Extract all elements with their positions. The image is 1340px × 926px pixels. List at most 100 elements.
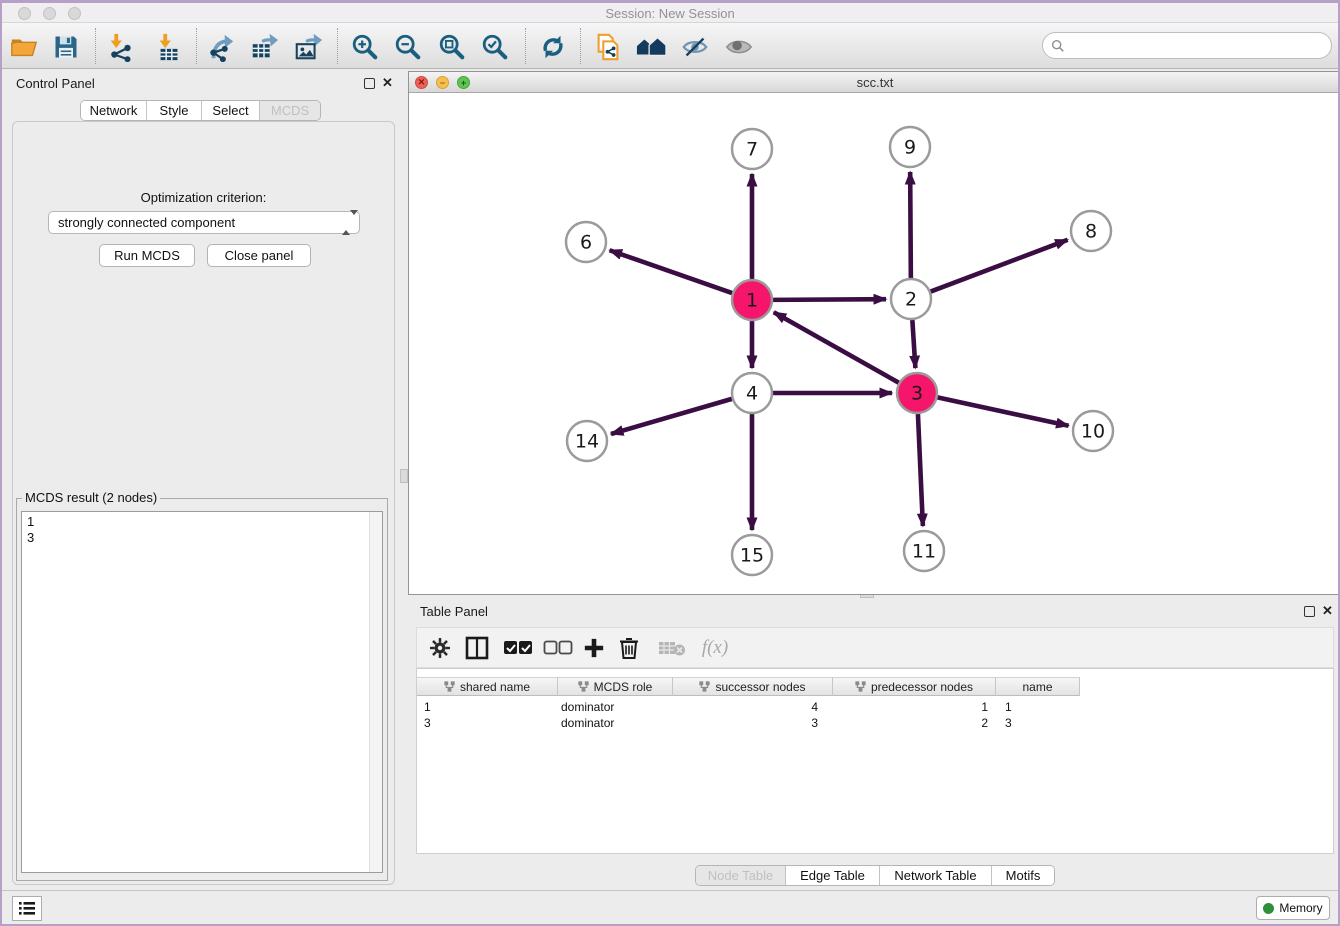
float-panel-icon[interactable] <box>364 78 375 89</box>
mcds-result-box: MCDS result (2 nodes) 1 3 <box>16 498 388 881</box>
result-scrollbar[interactable] <box>369 512 382 872</box>
network-canvas[interactable]: 1234678910111415 <box>409 93 1340 594</box>
copy-current-view-button[interactable] <box>592 31 624 63</box>
refresh-view-button[interactable] <box>537 31 569 63</box>
memory-button[interactable]: Memory <box>1256 896 1330 920</box>
graph-edge-3-1[interactable] <box>774 312 899 382</box>
zoom-in-icon <box>350 32 380 62</box>
graph-edge-2-9[interactable] <box>910 172 911 278</box>
tab-node-table[interactable]: Node Table <box>696 866 786 885</box>
cell-name: 3 <box>996 715 1080 731</box>
close-panel-icon[interactable]: ✕ <box>382 75 393 91</box>
table-mode-gear-button[interactable] <box>429 634 451 662</box>
hierarchy-icon <box>855 681 866 692</box>
delete-table-icon <box>658 639 686 657</box>
graph-edge-2-8[interactable] <box>931 240 1068 292</box>
graph-node-label: 11 <box>912 541 936 563</box>
unchecked-boxes-icon <box>543 640 573 656</box>
export-image-button[interactable] <box>292 31 324 63</box>
zoom-selected-button[interactable] <box>479 31 511 63</box>
close-panel-icon[interactable]: ✕ <box>1322 603 1333 619</box>
eye-icon <box>724 32 754 62</box>
search-icon <box>1051 39 1065 53</box>
graph-edge-1-6[interactable] <box>610 250 733 293</box>
control-panel-title: Control Panel <box>16 76 95 91</box>
network-window-title: scc.txt <box>409 75 1340 90</box>
export-network-icon <box>206 32 236 62</box>
search-input[interactable] <box>1070 38 1331 53</box>
column-header-mcds-role[interactable]: MCDS role <box>558 677 673 696</box>
close-panel-button[interactable]: Close panel <box>207 244 311 267</box>
window-title: Session: New Session <box>2 6 1338 21</box>
graph-node-label: 15 <box>740 545 764 567</box>
column-header-predecessor-nodes[interactable]: predecessor nodes <box>833 677 996 696</box>
tab-motifs[interactable]: Motifs <box>992 866 1054 885</box>
criterion-dropdown[interactable]: strongly connected component <box>48 211 360 234</box>
show-task-history-button[interactable] <box>12 896 42 921</box>
export-network-button[interactable] <box>205 31 237 63</box>
tab-style[interactable]: Style <box>147 101 202 120</box>
save-session-button[interactable] <box>50 31 82 63</box>
graph-edge-3-10[interactable] <box>938 397 1069 425</box>
table-panel-title: Table Panel <box>420 604 488 619</box>
copy-view-icon <box>593 32 623 62</box>
tab-edge-table[interactable]: Edge Table <box>786 866 880 885</box>
graph-node-label: 1 <box>746 290 758 312</box>
control-panel-tabs: Network Style Select MCDS <box>80 100 321 121</box>
tab-network[interactable]: Network <box>81 101 147 120</box>
hide-selected-button[interactable] <box>679 31 711 63</box>
export-table-button[interactable] <box>248 31 280 63</box>
list-icon <box>18 901 36 916</box>
graph-edge-4-14[interactable] <box>611 399 732 434</box>
toolbar-separator <box>337 28 338 64</box>
table-panel: Table Panel ✕ <box>408 599 1340 893</box>
status-bar: Memory <box>2 890 1338 924</box>
cell-shared-name: 1 <box>417 699 558 715</box>
tab-network-table[interactable]: Network Table <box>880 866 992 885</box>
vertical-splitter-grip[interactable] <box>400 469 408 483</box>
control-panel-header: Control Panel ✕ <box>10 71 397 97</box>
mcds-result-list[interactable]: 1 3 <box>21 511 383 873</box>
select-all-columns-button[interactable] <box>501 634 535 662</box>
toolbar-separator <box>95 28 96 64</box>
function-builder-button[interactable]: f(x) <box>695 634 735 662</box>
import-network-button[interactable] <box>104 31 136 63</box>
graph-node-label: 4 <box>746 383 758 405</box>
delete-table-button[interactable] <box>655 634 689 662</box>
search-field[interactable] <box>1042 32 1332 59</box>
graph-edge-3-11[interactable] <box>918 414 923 526</box>
zoom-fit-button[interactable] <box>436 31 468 63</box>
column-header-successor-nodes[interactable]: successor nodes <box>673 677 833 696</box>
graph-edge-1-2[interactable] <box>773 299 886 300</box>
application-window: Session: New Session <box>0 0 1340 926</box>
tab-mcds[interactable]: MCDS <box>260 101 320 120</box>
checked-boxes-icon <box>503 640 533 656</box>
graph-node-label: 10 <box>1081 421 1105 443</box>
houses-icon <box>635 32 667 62</box>
float-panel-icon[interactable] <box>1304 606 1315 617</box>
open-session-button[interactable] <box>8 31 40 63</box>
split-columns-button[interactable] <box>465 634 489 662</box>
run-mcds-button[interactable]: Run MCDS <box>99 244 195 267</box>
deselect-all-columns-button[interactable] <box>541 634 575 662</box>
zoom-out-icon <box>393 32 423 62</box>
delete-column-button[interactable] <box>619 634 639 662</box>
optimization-criterion-label: Optimization criterion: <box>13 190 394 205</box>
graph-edge-2-3[interactable] <box>912 320 915 368</box>
cell-predecessor-nodes: 1 <box>833 699 996 715</box>
table-row[interactable]: 1 dominator 4 1 1 <box>417 699 1080 715</box>
split-columns-icon <box>465 636 489 660</box>
column-header-name[interactable]: name <box>996 677 1080 696</box>
criterion-value: strongly connected component <box>58 215 235 230</box>
zoom-in-button[interactable] <box>349 31 381 63</box>
mcds-result-item: 1 <box>22 512 382 530</box>
tab-select[interactable]: Select <box>202 101 260 120</box>
table-row[interactable]: 3 dominator 3 2 3 <box>417 715 1080 731</box>
hierarchy-icon <box>699 681 710 692</box>
import-table-button[interactable] <box>153 31 185 63</box>
column-header-shared-name[interactable]: shared name <box>417 677 558 696</box>
new-network-from-selection-button[interactable] <box>635 31 667 63</box>
zoom-out-button[interactable] <box>392 31 424 63</box>
add-column-button[interactable] <box>583 634 605 662</box>
show-all-button[interactable] <box>723 31 755 63</box>
